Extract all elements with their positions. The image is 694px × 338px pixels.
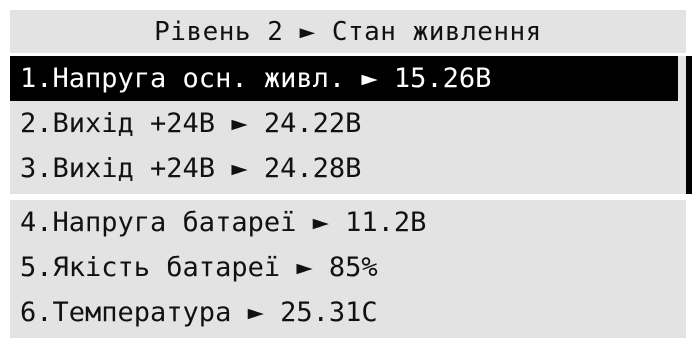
menu-item-label: 5.Якість батареї ► 85% [20,252,378,283]
menu-item-label: 2.Вихід +24В ► 24.22В [20,108,362,139]
menu-item-label: 3.Вихід +24В ► 24.28В [20,153,362,184]
lcd-screen: Рівень 2 ► Стан живлення 1.Напруга осн. … [0,0,694,338]
menu-item-main-voltage[interactable]: 1.Напруга осн. живл. ► 15.26В [10,56,678,101]
scrollbar[interactable] [686,56,692,194]
menu-panel-top: 1.Напруга осн. живл. ► 15.26В 2.Вихід +2… [10,56,692,194]
menu-item-label: 1.Напруга осн. живл. ► 15.26В [20,63,492,94]
menu-item-label: 6.Температура ► 25.31С [20,297,378,328]
level-header: Рівень 2 ► Стан живлення [10,10,686,53]
menu-panel-bottom: 4.Напруга батареї ► 11.2В 5.Якість батар… [10,200,686,338]
level-title: Рівень 2 ► Стан живлення [154,16,542,47]
menu-item-label: 4.Напруга батареї ► 11.2В [20,207,427,238]
menu-item-battery-quality[interactable]: 5.Якість батареї ► 85% [10,245,678,290]
menu-item-output-24v-1[interactable]: 2.Вихід +24В ► 24.22В [10,101,678,146]
menu-item-output-24v-2[interactable]: 3.Вихід +24В ► 24.28В [10,146,678,191]
menu-item-temperature[interactable]: 6.Температура ► 25.31С [10,290,678,335]
menu-item-battery-voltage[interactable]: 4.Напруга батареї ► 11.2В [10,200,678,245]
